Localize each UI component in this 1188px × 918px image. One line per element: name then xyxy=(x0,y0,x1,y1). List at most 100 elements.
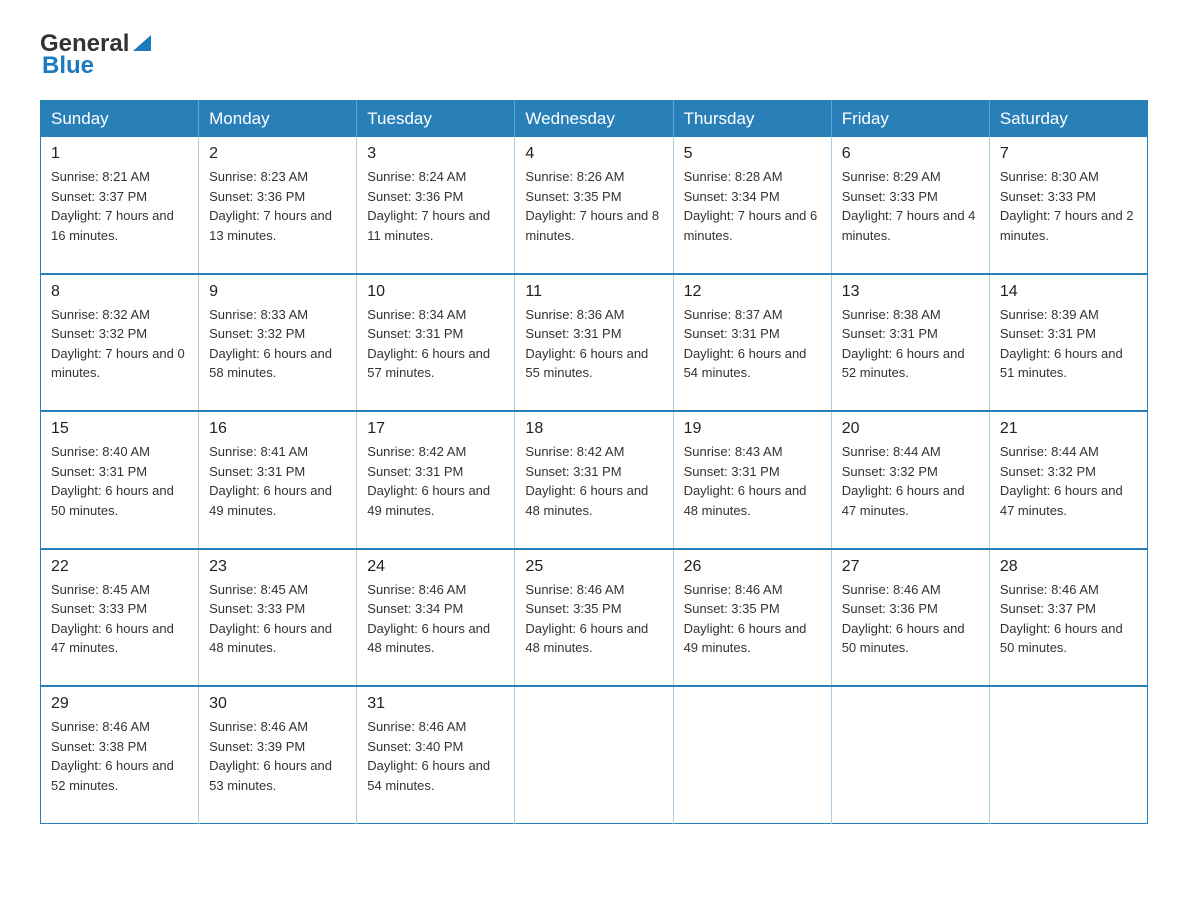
calendar-day-cell: 10 Sunrise: 8:34 AM Sunset: 3:31 PM Dayl… xyxy=(357,274,515,412)
day-info: Sunrise: 8:36 AM Sunset: 3:31 PM Dayligh… xyxy=(525,305,662,403)
day-info: Sunrise: 8:46 AM Sunset: 3:39 PM Dayligh… xyxy=(209,717,346,815)
calendar-day-cell: 5 Sunrise: 8:28 AM Sunset: 3:34 PM Dayli… xyxy=(673,137,831,274)
calendar-week-row: 1 Sunrise: 8:21 AM Sunset: 3:37 PM Dayli… xyxy=(41,137,1148,274)
calendar-day-cell: 27 Sunrise: 8:46 AM Sunset: 3:36 PM Dayl… xyxy=(831,549,989,687)
day-number: 6 xyxy=(842,145,979,163)
calendar-week-row: 22 Sunrise: 8:45 AM Sunset: 3:33 PM Dayl… xyxy=(41,549,1148,687)
day-info: Sunrise: 8:44 AM Sunset: 3:32 PM Dayligh… xyxy=(1000,442,1137,540)
calendar-day-cell: 15 Sunrise: 8:40 AM Sunset: 3:31 PM Dayl… xyxy=(41,411,199,549)
calendar-day-cell: 21 Sunrise: 8:44 AM Sunset: 3:32 PM Dayl… xyxy=(989,411,1147,549)
calendar-day-cell: 20 Sunrise: 8:44 AM Sunset: 3:32 PM Dayl… xyxy=(831,411,989,549)
calendar-day-cell: 31 Sunrise: 8:46 AM Sunset: 3:40 PM Dayl… xyxy=(357,686,515,823)
day-number: 12 xyxy=(684,283,821,301)
day-number: 22 xyxy=(51,558,188,576)
day-number: 4 xyxy=(525,145,662,163)
calendar-day-cell: 1 Sunrise: 8:21 AM Sunset: 3:37 PM Dayli… xyxy=(41,137,199,274)
logo-blue-text: Blue xyxy=(42,52,94,80)
calendar-day-cell: 11 Sunrise: 8:36 AM Sunset: 3:31 PM Dayl… xyxy=(515,274,673,412)
calendar-week-row: 8 Sunrise: 8:32 AM Sunset: 3:32 PM Dayli… xyxy=(41,274,1148,412)
day-number: 25 xyxy=(525,558,662,576)
calendar-day-cell: 24 Sunrise: 8:46 AM Sunset: 3:34 PM Dayl… xyxy=(357,549,515,687)
day-info: Sunrise: 8:32 AM Sunset: 3:32 PM Dayligh… xyxy=(51,305,188,403)
day-info: Sunrise: 8:46 AM Sunset: 3:35 PM Dayligh… xyxy=(525,580,662,678)
day-info: Sunrise: 8:44 AM Sunset: 3:32 PM Dayligh… xyxy=(842,442,979,540)
day-number: 1 xyxy=(51,145,188,163)
calendar-day-cell xyxy=(989,686,1147,823)
day-info: Sunrise: 8:26 AM Sunset: 3:35 PM Dayligh… xyxy=(525,167,662,265)
calendar-day-cell: 29 Sunrise: 8:46 AM Sunset: 3:38 PM Dayl… xyxy=(41,686,199,823)
calendar-day-cell: 30 Sunrise: 8:46 AM Sunset: 3:39 PM Dayl… xyxy=(199,686,357,823)
day-number: 5 xyxy=(684,145,821,163)
calendar-day-header: Sunday xyxy=(41,101,199,138)
calendar-table: SundayMondayTuesdayWednesdayThursdayFrid… xyxy=(40,100,1148,824)
calendar-day-header: Friday xyxy=(831,101,989,138)
calendar-day-header: Saturday xyxy=(989,101,1147,138)
day-info: Sunrise: 8:42 AM Sunset: 3:31 PM Dayligh… xyxy=(525,442,662,540)
calendar-day-cell: 23 Sunrise: 8:45 AM Sunset: 3:33 PM Dayl… xyxy=(199,549,357,687)
day-number: 2 xyxy=(209,145,346,163)
day-info: Sunrise: 8:34 AM Sunset: 3:31 PM Dayligh… xyxy=(367,305,504,403)
day-info: Sunrise: 8:21 AM Sunset: 3:37 PM Dayligh… xyxy=(51,167,188,265)
day-info: Sunrise: 8:46 AM Sunset: 3:38 PM Dayligh… xyxy=(51,717,188,815)
day-info: Sunrise: 8:39 AM Sunset: 3:31 PM Dayligh… xyxy=(1000,305,1137,403)
day-info: Sunrise: 8:23 AM Sunset: 3:36 PM Dayligh… xyxy=(209,167,346,265)
calendar-day-cell: 3 Sunrise: 8:24 AM Sunset: 3:36 PM Dayli… xyxy=(357,137,515,274)
day-number: 20 xyxy=(842,420,979,438)
calendar-day-cell: 6 Sunrise: 8:29 AM Sunset: 3:33 PM Dayli… xyxy=(831,137,989,274)
day-number: 14 xyxy=(1000,283,1137,301)
calendar-day-cell xyxy=(831,686,989,823)
day-info: Sunrise: 8:28 AM Sunset: 3:34 PM Dayligh… xyxy=(684,167,821,265)
calendar-week-row: 29 Sunrise: 8:46 AM Sunset: 3:38 PM Dayl… xyxy=(41,686,1148,823)
day-info: Sunrise: 8:40 AM Sunset: 3:31 PM Dayligh… xyxy=(51,442,188,540)
day-number: 11 xyxy=(525,283,662,301)
day-number: 23 xyxy=(209,558,346,576)
calendar-day-cell: 2 Sunrise: 8:23 AM Sunset: 3:36 PM Dayli… xyxy=(199,137,357,274)
calendar-day-cell: 26 Sunrise: 8:46 AM Sunset: 3:35 PM Dayl… xyxy=(673,549,831,687)
calendar-day-cell: 13 Sunrise: 8:38 AM Sunset: 3:31 PM Dayl… xyxy=(831,274,989,412)
day-info: Sunrise: 8:38 AM Sunset: 3:31 PM Dayligh… xyxy=(842,305,979,403)
day-number: 18 xyxy=(525,420,662,438)
logo: General Blue xyxy=(40,30,153,80)
calendar-day-header: Tuesday xyxy=(357,101,515,138)
day-info: Sunrise: 8:37 AM Sunset: 3:31 PM Dayligh… xyxy=(684,305,821,403)
day-number: 8 xyxy=(51,283,188,301)
day-number: 9 xyxy=(209,283,346,301)
day-number: 17 xyxy=(367,420,504,438)
calendar-day-cell: 8 Sunrise: 8:32 AM Sunset: 3:32 PM Dayli… xyxy=(41,274,199,412)
day-number: 26 xyxy=(684,558,821,576)
calendar-day-cell: 7 Sunrise: 8:30 AM Sunset: 3:33 PM Dayli… xyxy=(989,137,1147,274)
day-number: 13 xyxy=(842,283,979,301)
day-number: 21 xyxy=(1000,420,1137,438)
calendar-day-cell: 22 Sunrise: 8:45 AM Sunset: 3:33 PM Dayl… xyxy=(41,549,199,687)
calendar-day-cell xyxy=(673,686,831,823)
day-number: 16 xyxy=(209,420,346,438)
day-number: 27 xyxy=(842,558,979,576)
day-info: Sunrise: 8:41 AM Sunset: 3:31 PM Dayligh… xyxy=(209,442,346,540)
day-info: Sunrise: 8:46 AM Sunset: 3:36 PM Dayligh… xyxy=(842,580,979,678)
logo-triangle-icon xyxy=(131,31,153,53)
day-number: 7 xyxy=(1000,145,1137,163)
calendar-day-cell: 16 Sunrise: 8:41 AM Sunset: 3:31 PM Dayl… xyxy=(199,411,357,549)
day-info: Sunrise: 8:46 AM Sunset: 3:40 PM Dayligh… xyxy=(367,717,504,815)
calendar-day-cell: 19 Sunrise: 8:43 AM Sunset: 3:31 PM Dayl… xyxy=(673,411,831,549)
day-info: Sunrise: 8:33 AM Sunset: 3:32 PM Dayligh… xyxy=(209,305,346,403)
calendar-day-cell: 4 Sunrise: 8:26 AM Sunset: 3:35 PM Dayli… xyxy=(515,137,673,274)
calendar-day-cell: 28 Sunrise: 8:46 AM Sunset: 3:37 PM Dayl… xyxy=(989,549,1147,687)
day-info: Sunrise: 8:45 AM Sunset: 3:33 PM Dayligh… xyxy=(51,580,188,678)
calendar-day-cell: 18 Sunrise: 8:42 AM Sunset: 3:31 PM Dayl… xyxy=(515,411,673,549)
day-info: Sunrise: 8:24 AM Sunset: 3:36 PM Dayligh… xyxy=(367,167,504,265)
calendar-day-cell: 17 Sunrise: 8:42 AM Sunset: 3:31 PM Dayl… xyxy=(357,411,515,549)
calendar-day-cell xyxy=(515,686,673,823)
day-number: 10 xyxy=(367,283,504,301)
calendar-day-cell: 25 Sunrise: 8:46 AM Sunset: 3:35 PM Dayl… xyxy=(515,549,673,687)
day-info: Sunrise: 8:45 AM Sunset: 3:33 PM Dayligh… xyxy=(209,580,346,678)
calendar-header-row: SundayMondayTuesdayWednesdayThursdayFrid… xyxy=(41,101,1148,138)
day-number: 15 xyxy=(51,420,188,438)
day-number: 28 xyxy=(1000,558,1137,576)
day-number: 19 xyxy=(684,420,821,438)
day-number: 29 xyxy=(51,695,188,713)
day-info: Sunrise: 8:29 AM Sunset: 3:33 PM Dayligh… xyxy=(842,167,979,265)
calendar-day-header: Monday xyxy=(199,101,357,138)
day-info: Sunrise: 8:46 AM Sunset: 3:34 PM Dayligh… xyxy=(367,580,504,678)
day-number: 31 xyxy=(367,695,504,713)
